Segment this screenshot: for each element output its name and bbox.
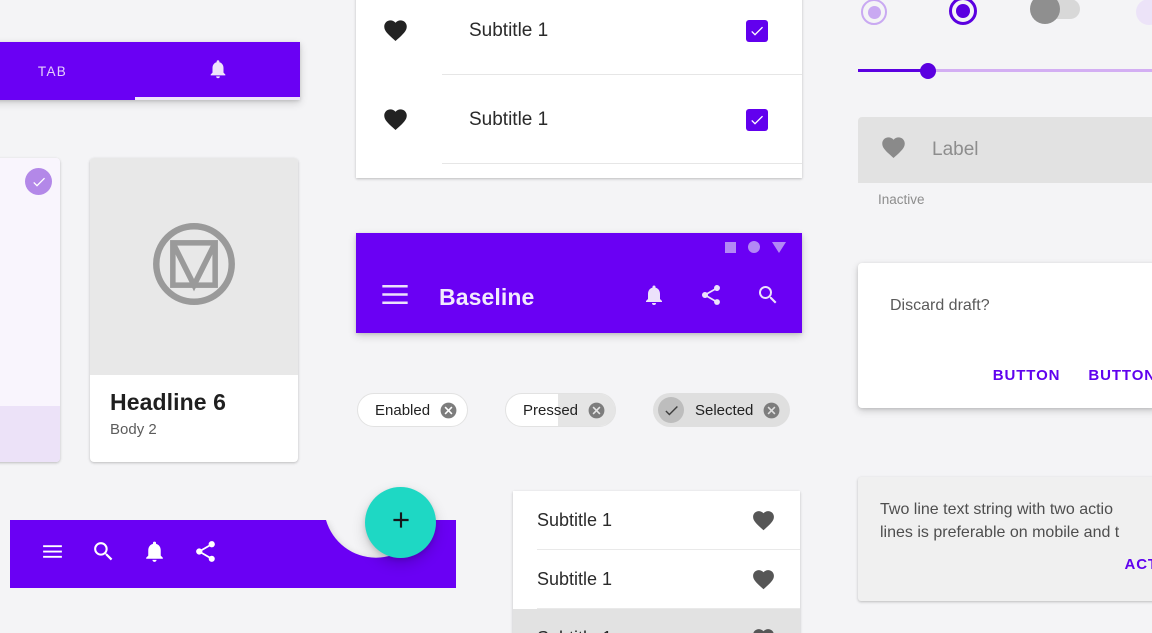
floating-action-button[interactable] xyxy=(365,487,436,558)
list-item[interactable]: Subtitle 1 xyxy=(356,0,802,75)
slider-track-active xyxy=(858,69,926,72)
heart-icon xyxy=(382,17,409,44)
chip-pressed[interactable]: Pressed xyxy=(505,393,617,427)
chip-enabled[interactable]: Enabled xyxy=(357,393,469,427)
list-item[interactable]: Subtitle 1 xyxy=(513,491,800,550)
close-circle-icon[interactable] xyxy=(762,401,781,420)
card-selected-footer xyxy=(0,406,60,462)
dialog-button-1[interactable]: BUTTON xyxy=(993,367,1061,384)
radio-button-selected[interactable] xyxy=(949,0,977,25)
dialog-title: Discard draft? xyxy=(890,297,990,314)
menu-icon[interactable] xyxy=(40,539,65,569)
card-headline-text: Headline 6 xyxy=(110,389,227,415)
tab-bar: TAB xyxy=(0,42,300,100)
tab-label: TAB xyxy=(37,63,68,79)
check-icon xyxy=(658,397,684,423)
slider-thumb[interactable] xyxy=(920,63,936,79)
app-bar-actions xyxy=(642,283,780,312)
divider xyxy=(442,163,802,164)
search-icon[interactable] xyxy=(91,539,116,569)
snackbar: Two line text string with two actio line… xyxy=(858,477,1152,601)
text-field-inactive[interactable]: Label xyxy=(858,117,1152,183)
app-bar-title: Baseline xyxy=(439,283,535,310)
snackbar-line-1: Two line text string with two actio xyxy=(880,501,1113,518)
radio-inner-dot xyxy=(867,5,881,19)
tab-notifications-item[interactable] xyxy=(135,42,300,100)
status-bar xyxy=(356,233,802,261)
checkbox-checked[interactable] xyxy=(746,19,768,42)
circle-icon xyxy=(748,241,760,253)
checkbox-checked[interactable] xyxy=(746,108,768,131)
share-icon[interactable] xyxy=(699,283,723,312)
search-icon[interactable] xyxy=(756,283,780,312)
dialog-actions: BUTTON BUTTON xyxy=(993,367,1152,384)
list-top: Subtitle 1 Subtitle 1 xyxy=(356,0,802,178)
dialog-discard-draft: Discard draft? BUTTON BUTTON xyxy=(858,263,1152,408)
list-item-text: Subtitle 1 xyxy=(537,628,612,633)
card-body: Headline 6 Body 2 xyxy=(90,375,298,438)
top-app-bar: Baseline xyxy=(356,233,802,333)
tab-label-item[interactable]: TAB xyxy=(0,42,135,100)
card-media xyxy=(90,158,298,375)
material-components-showcase: TAB Headline 6 Body 2 Subtitle 1 Subtitl… xyxy=(0,0,1152,633)
chip-selected[interactable]: Selected xyxy=(653,393,791,427)
snackbar-line-2: lines is preferable on mobile and t xyxy=(880,523,1120,541)
tab-indicator xyxy=(135,97,300,100)
triangle-down-icon xyxy=(772,241,786,253)
list-bottom: Subtitle 1 Subtitle 1 Subtitle 1 xyxy=(513,491,800,633)
slider[interactable] xyxy=(858,63,1152,79)
chip-label: Pressed xyxy=(523,401,579,419)
text-field-helper-text: Inactive xyxy=(878,192,925,207)
card-selected-media xyxy=(0,158,60,406)
list-item-text: Subtitle 1 xyxy=(537,569,613,589)
switch-thumb[interactable] xyxy=(1030,0,1060,24)
list-item[interactable]: Subtitle 1 xyxy=(513,550,800,609)
list-item-text: Subtitle 1 xyxy=(469,108,549,130)
chip-label: Selected xyxy=(695,401,754,419)
radio-button-faint[interactable] xyxy=(1136,0,1152,25)
text-field-label: Label xyxy=(932,139,979,160)
share-icon[interactable] xyxy=(193,539,218,569)
card-body-text: Body 2 xyxy=(110,421,157,438)
material-logo-icon xyxy=(148,218,240,315)
radio-button-light[interactable] xyxy=(861,0,887,25)
card-selected[interactable] xyxy=(0,158,60,462)
list-item-text: Subtitle 1 xyxy=(537,510,613,530)
plus-icon xyxy=(388,507,414,538)
close-circle-icon[interactable] xyxy=(439,401,458,420)
card-selected-check-badge xyxy=(25,168,52,195)
list-item[interactable]: Subtitle 1 xyxy=(356,75,802,164)
square-icon xyxy=(725,241,736,253)
card-headline[interactable]: Headline 6 Body 2 xyxy=(90,158,298,462)
bell-icon[interactable] xyxy=(142,539,167,569)
heart-icon[interactable] xyxy=(751,626,776,633)
snackbar-action[interactable]: ACT xyxy=(1124,556,1152,573)
menu-icon[interactable] xyxy=(382,285,408,309)
bell-icon[interactable] xyxy=(642,283,666,312)
switch-off[interactable] xyxy=(1030,0,1080,24)
list-item[interactable]: Subtitle 1 xyxy=(513,609,800,633)
heart-icon[interactable] xyxy=(751,567,776,592)
list-item-text: Subtitle 1 xyxy=(469,19,549,41)
app-bar-main: Baseline xyxy=(356,261,802,333)
close-circle-icon[interactable] xyxy=(587,401,606,420)
radio-inner-dot xyxy=(956,4,970,18)
heart-icon[interactable] xyxy=(751,508,776,533)
heart-icon xyxy=(880,134,907,166)
bottom-app-bar-actions xyxy=(10,520,218,588)
heart-icon xyxy=(382,106,409,133)
dialog-button-2[interactable]: BUTTON xyxy=(1088,367,1152,384)
chip-label: Enabled xyxy=(375,401,431,419)
bell-icon xyxy=(207,58,229,85)
